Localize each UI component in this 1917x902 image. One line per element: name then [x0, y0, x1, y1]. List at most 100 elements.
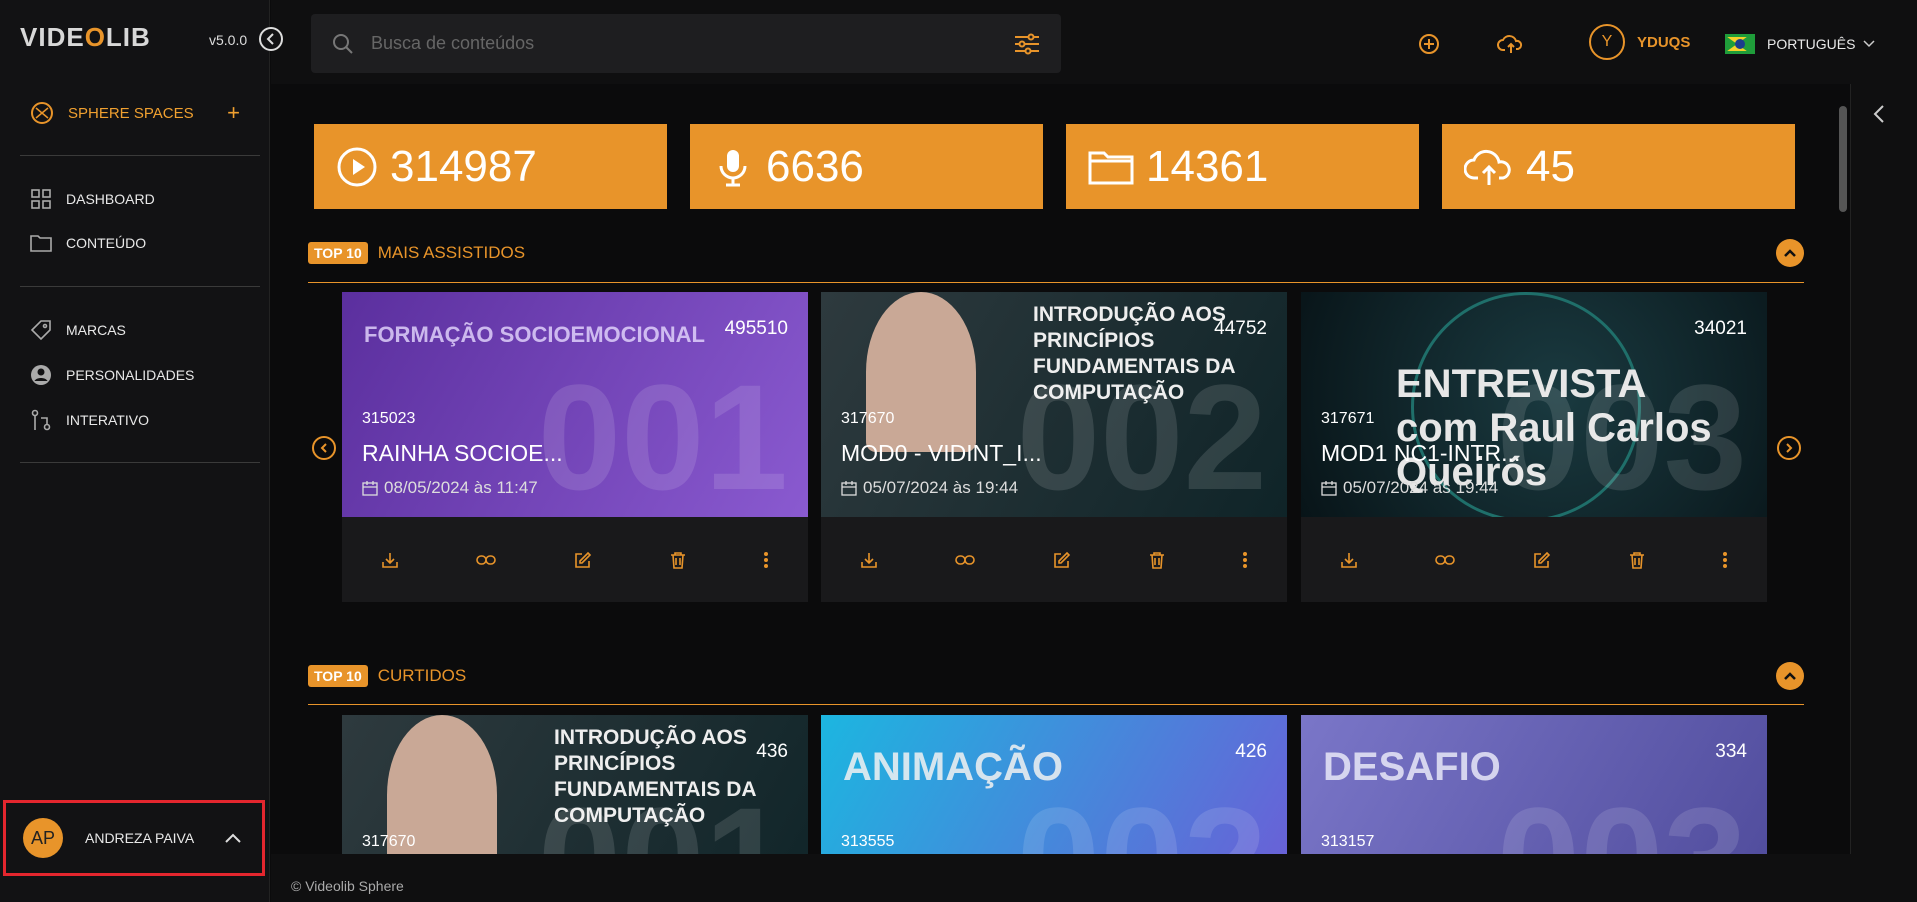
stat-uploads[interactable]: 45: [1442, 124, 1795, 209]
thumbnail-number: 001: [538, 785, 788, 854]
sphere-spaces-label: SPHERE SPACES: [68, 104, 194, 122]
search-icon: [333, 33, 353, 54]
search-input[interactable]: [371, 33, 1013, 54]
add-space-button[interactable]: +: [227, 100, 240, 126]
video-thumbnail[interactable]: ANIMAÇÃO 002 426 313555: [821, 715, 1287, 854]
sidebar-item-marcas[interactable]: MARCAS: [30, 319, 126, 341]
organization-selector[interactable]: Y YDUQS: [1589, 24, 1690, 60]
sidebar-item-personalidades[interactable]: PERSONALIDADES: [30, 364, 194, 386]
chevron-up-icon[interactable]: [224, 832, 242, 844]
content-card[interactable]: ANIMAÇÃO 002 426 313555: [821, 715, 1287, 854]
sidebar: VIDEOLIB v5.0.0 SPHERE SPACES + DASHBOAR…: [0, 0, 270, 902]
version-label: v5.0.0: [209, 32, 248, 48]
content-id: 317670: [841, 410, 895, 427]
trash-icon[interactable]: [1629, 551, 1645, 569]
link-icon[interactable]: [1435, 553, 1456, 567]
search-bar[interactable]: [311, 14, 1061, 73]
org-avatar: Y: [1589, 24, 1625, 60]
scrollbar-thumb[interactable]: [1839, 106, 1847, 212]
sidebar-item-conteudo[interactable]: CONTEÚDO: [30, 233, 146, 253]
content-card[interactable]: FORMAÇÃO SOCIOEMOCIONAL 001 495510 31502…: [342, 292, 808, 602]
chevron-up-icon: [1784, 249, 1796, 257]
edit-icon[interactable]: [1053, 551, 1071, 569]
section-divider: [308, 704, 1804, 705]
more-vertical-icon[interactable]: [1722, 551, 1728, 569]
video-thumbnail[interactable]: INTRODUÇÃO AOS PRINCÍPIOS FUNDAMENTAIS D…: [821, 292, 1287, 517]
stat-audios[interactable]: 6636: [690, 124, 1043, 209]
date-text: 05/07/2024 às 19:44: [863, 478, 1019, 497]
content-id: 315023: [362, 410, 416, 427]
video-thumbnail[interactable]: FORMAÇÃO SOCIOEMOCIONAL 001 495510 31502…: [342, 292, 808, 517]
dashboard-content: 314987 6636 14361 45 TOP 10 MAIS ASSISTI…: [271, 84, 1847, 854]
language-label: PORTUGUÊS: [1767, 36, 1856, 52]
stat-videos[interactable]: 314987: [314, 124, 667, 209]
filter-sliders-icon[interactable]: [1013, 32, 1041, 56]
trash-icon[interactable]: [1149, 551, 1165, 569]
download-icon[interactable]: [1340, 551, 1358, 569]
section-most-watched-header: TOP 10 MAIS ASSISTIDOS: [308, 239, 1804, 267]
content-card[interactable]: ENTREVISTA com Raul Carlos Queirós 003 3…: [1301, 292, 1767, 602]
branch-icon: [31, 409, 51, 431]
presenter-image: [866, 292, 976, 452]
divider: [20, 462, 260, 463]
stat-value: 6636: [766, 141, 864, 191]
link-icon[interactable]: [955, 553, 976, 567]
thumbnail-number: 002: [1016, 353, 1267, 517]
user-name: ANDREZA PAIVA: [85, 830, 195, 846]
video-thumbnail[interactable]: ENTREVISTA com Raul Carlos Queirós 003 3…: [1301, 292, 1767, 517]
carousel-next-button[interactable]: [1777, 436, 1801, 460]
view-count: 495510: [724, 318, 788, 339]
video-thumbnail[interactable]: DESAFIO 003 334 313157: [1301, 715, 1767, 854]
top10-badge: TOP 10: [308, 242, 368, 264]
card-actions: [1301, 517, 1767, 602]
chevron-down-icon: [1863, 40, 1875, 48]
video-thumbnail[interactable]: INTRODUÇÃO AOS PRINCÍPIOS FUNDAMENTAIS D…: [342, 715, 808, 854]
edit-icon[interactable]: [1533, 551, 1551, 569]
sidebar-item-dashboard[interactable]: DASHBOARD: [30, 188, 155, 210]
sidebar-item-interativo[interactable]: INTERATIVO: [30, 409, 149, 431]
chevron-left-icon: [320, 443, 327, 453]
content-card[interactable]: DESAFIO 003 334 313157: [1301, 715, 1767, 854]
section-title: CURTIDOS: [377, 666, 467, 685]
thumbnail-art-text: FORMAÇÃO SOCIOEMOCIONAL: [364, 322, 705, 347]
footer: © Videolib Sphere: [271, 854, 1917, 902]
main-scrollbar[interactable]: [1837, 84, 1849, 854]
more-vertical-icon[interactable]: [763, 551, 769, 569]
chevron-left-icon[interactable]: [1873, 104, 1885, 124]
content-card[interactable]: INTRODUÇÃO AOS PRINCÍPIOS FUNDAMENTAIS D…: [821, 292, 1287, 602]
card-actions: [342, 517, 808, 602]
edit-icon[interactable]: [574, 551, 592, 569]
content-card[interactable]: INTRODUÇÃO AOS PRINCÍPIOS FUNDAMENTAIS D…: [342, 715, 808, 854]
link-icon[interactable]: [476, 553, 497, 567]
content-id: 313157: [1321, 833, 1375, 850]
view-count: 426: [1235, 741, 1267, 762]
cloud-upload-icon[interactable]: [1497, 32, 1525, 56]
videolib-logo[interactable]: VIDEOLIB: [20, 22, 151, 53]
calendar-icon: [1321, 481, 1337, 496]
grid-icon: [31, 189, 51, 209]
sphere-spaces[interactable]: SPHERE SPACES +: [30, 100, 240, 126]
download-icon[interactable]: [381, 551, 399, 569]
carousel-prev-button[interactable]: [312, 436, 336, 460]
collapse-section-button[interactable]: [1776, 662, 1804, 690]
add-circle-icon[interactable]: [1417, 32, 1441, 56]
org-name: YDUQS: [1637, 33, 1691, 51]
thumbnail-art-text: DESAFIO: [1323, 745, 1501, 789]
more-vertical-icon[interactable]: [1242, 551, 1248, 569]
content-id: 313555: [841, 833, 895, 850]
trash-icon[interactable]: [670, 551, 686, 569]
content-id: 317670: [362, 833, 416, 850]
cloud-upload-icon: [1464, 149, 1511, 185]
content-title: RAINHA SOCIOE...: [362, 440, 563, 466]
collapse-sidebar-button[interactable]: [259, 27, 283, 51]
card-actions: [821, 517, 1287, 602]
sidebar-item-label: MARCAS: [66, 322, 126, 338]
stat-folders[interactable]: 14361: [1066, 124, 1419, 209]
stat-value: 14361: [1146, 141, 1269, 191]
collapse-section-button[interactable]: [1776, 239, 1804, 267]
user-menu[interactable]: AP ANDREZA PAIVA: [3, 800, 265, 876]
sidebar-item-label: INTERATIVO: [66, 412, 149, 428]
download-icon[interactable]: [860, 551, 878, 569]
language-selector[interactable]: PORTUGUÊS: [1725, 34, 1875, 54]
stat-value: 314987: [390, 141, 537, 191]
